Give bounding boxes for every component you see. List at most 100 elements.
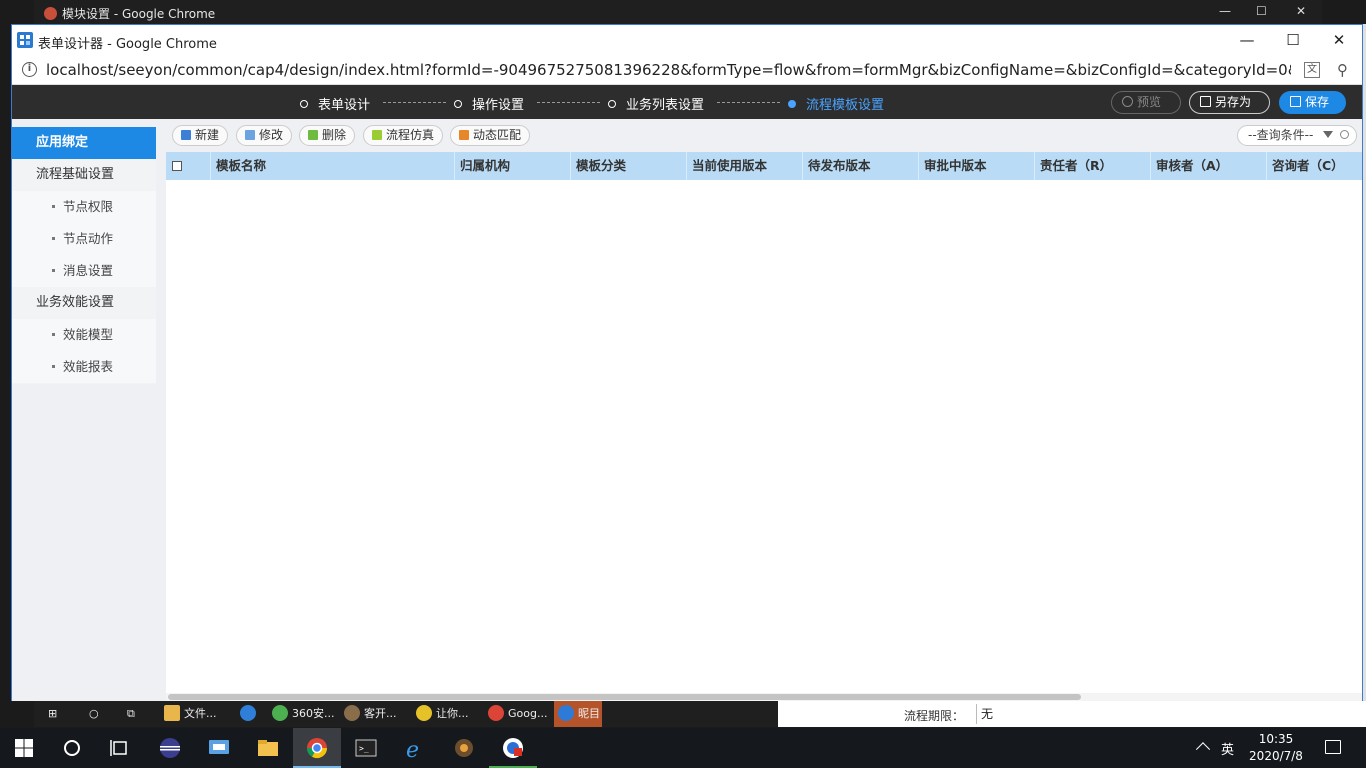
table-header: 模板名称 归属机构 模板分类 当前使用版本 待发布版本 审批中版本 责任者（R）…: [166, 152, 1362, 180]
query-condition-select[interactable]: --查询条件--: [1237, 125, 1357, 146]
url-text[interactable]: localhost/seeyon/common/cap4/design/inde…: [46, 61, 1291, 79]
app-icon: [416, 705, 432, 721]
taskbar-eclipse[interactable]: [146, 728, 194, 768]
window-titlebar: 表单设计器 - Google Chrome — ☐ ✕: [12, 25, 1362, 56]
inner-task-rangni[interactable]: 让你...: [416, 701, 469, 727]
preview-icon: [1122, 96, 1133, 107]
task-view-button[interactable]: [96, 728, 144, 768]
inner-task-chrome[interactable]: Goog...: [488, 701, 547, 727]
design-step-bar: 表单设计 操作设置 业务列表设置 流程模板设置 预览 另存为 保存: [12, 85, 1362, 119]
bg-close-icon[interactable]: ✕: [1296, 4, 1306, 18]
bg-maximize-icon[interactable]: ☐: [1256, 4, 1267, 18]
sidebar-item-node-action[interactable]: 节点动作: [12, 223, 156, 255]
site-info-icon[interactable]: i: [22, 62, 37, 77]
maximize-button[interactable]: ☐: [1270, 25, 1316, 56]
minimize-button[interactable]: —: [1224, 25, 1270, 56]
folder-icon: [258, 740, 278, 756]
inner-task-explorer[interactable]: 文件...: [164, 701, 217, 727]
column-organization[interactable]: 归属机构: [454, 152, 570, 180]
sidebar-group-business-efficiency[interactable]: 业务效能设置: [12, 287, 156, 319]
chrome-icon: [488, 705, 504, 721]
preview-button[interactable]: 预览: [1111, 91, 1181, 114]
sidebar-item-efficiency-report[interactable]: 效能报表: [12, 351, 156, 383]
delete-button[interactable]: 删除: [299, 125, 356, 146]
step-dot-icon: [608, 100, 616, 108]
column-consultant[interactable]: 咨询者（C）: [1266, 152, 1362, 180]
notification-center-icon[interactable]: [1325, 740, 1341, 754]
svg-text:>_: >_: [359, 744, 369, 753]
terminal-icon: >_: [355, 739, 377, 757]
cortana-button[interactable]: [48, 728, 96, 768]
step-dot-active-icon: [788, 100, 796, 108]
windows-taskbar: >_ e 英 10:35 2020/7/8: [0, 728, 1366, 768]
column-current-version[interactable]: 当前使用版本: [686, 152, 802, 180]
taskbar-tool[interactable]: [440, 728, 488, 768]
column-responsible[interactable]: 责任者（R）: [1034, 152, 1150, 180]
background-favicon-icon: [44, 7, 57, 20]
taskbar-terminal[interactable]: >_: [342, 728, 390, 768]
tray-clock[interactable]: 10:35 2020/7/8: [1244, 731, 1308, 765]
sidebar-item-node-permission[interactable]: 节点权限: [12, 191, 156, 223]
close-button[interactable]: ✕: [1316, 25, 1362, 56]
save-as-button[interactable]: 另存为: [1189, 91, 1270, 114]
clock-time: 10:35: [1258, 732, 1294, 746]
ime-indicator[interactable]: 英: [1221, 739, 1234, 758]
inner-task-ie-icon[interactable]: [240, 701, 260, 727]
bullet-icon: [52, 205, 55, 208]
address-bar[interactable]: i localhost/seeyon/common/cap4/design/in…: [12, 56, 1362, 85]
new-button[interactable]: 新建: [172, 125, 229, 146]
taskbar-file-explorer[interactable]: [244, 728, 292, 768]
bg-minimize-icon[interactable]: —: [1219, 4, 1231, 18]
toolbar: 新建 修改 删除 流程仿真 动态匹配 --查询条件--: [166, 119, 1362, 152]
select-all-checkbox[interactable]: [172, 161, 182, 171]
search-icon[interactable]: [1340, 130, 1349, 139]
dynamic-match-icon: [459, 130, 469, 140]
translate-icon[interactable]: 文: [1304, 62, 1320, 78]
column-template-category[interactable]: 模板分类: [570, 152, 686, 180]
clock-date: 2020/7/8: [1249, 749, 1303, 763]
flow-limit-value[interactable]: 无: [976, 704, 1176, 724]
taskbar-remote-desktop[interactable]: [195, 728, 243, 768]
select-all-checkbox-cell[interactable]: [166, 152, 210, 180]
step-business-list-settings[interactable]: 业务列表设置: [608, 94, 704, 113]
taskbar-chrome[interactable]: [293, 728, 341, 768]
step-separator: [383, 102, 446, 103]
taskbar-ie[interactable]: e: [391, 728, 439, 768]
start-button[interactable]: [0, 728, 48, 768]
inner-search-icon[interactable]: ○: [89, 701, 99, 727]
step-dot-icon: [300, 100, 308, 108]
dynamic-match-button[interactable]: 动态匹配: [450, 125, 531, 146]
save-as-icon: [1200, 96, 1211, 107]
column-reviewer[interactable]: 审核者（A）: [1150, 152, 1266, 180]
inner-task-recorder[interactable]: 昵目: [554, 701, 602, 727]
scrollbar-thumb[interactable]: [168, 694, 1081, 700]
horizontal-scrollbar[interactable]: [166, 693, 1362, 701]
360-icon: [272, 705, 288, 721]
zoom-icon[interactable]: ⚲: [1337, 61, 1348, 79]
bullet-icon: [52, 333, 55, 336]
inner-task-kekai[interactable]: 客开...: [344, 701, 397, 727]
column-template-name[interactable]: 模板名称: [210, 152, 454, 180]
sidebar-item-app-binding[interactable]: 应用绑定: [12, 127, 156, 159]
step-operation-settings[interactable]: 操作设置: [454, 94, 524, 113]
step-form-design[interactable]: 表单设计: [300, 94, 370, 113]
sidebar-group-flow-basic[interactable]: 流程基础设置: [12, 159, 156, 191]
flow-simulate-button[interactable]: 流程仿真: [363, 125, 444, 146]
inner-task-360[interactable]: 360安...: [272, 701, 335, 727]
simulate-icon: [372, 130, 382, 140]
sidebar-item-efficiency-model[interactable]: 效能模型: [12, 319, 156, 351]
inner-taskview-icon[interactable]: ⧉: [127, 701, 135, 727]
step-flow-template-settings[interactable]: 流程模板设置: [788, 94, 884, 113]
column-pending-version[interactable]: 待发布版本: [802, 152, 918, 180]
sidebar-item-message-settings[interactable]: 消息设置: [12, 255, 156, 287]
inner-start-icon[interactable]: ⊞: [48, 701, 57, 727]
background-window-titlebar: 模块设置 - Google Chrome — ☐ ✕: [34, 0, 1322, 24]
save-button[interactable]: 保存: [1279, 91, 1346, 114]
sidebar-empty-space: [12, 384, 156, 701]
edit-button[interactable]: 修改: [236, 125, 293, 146]
column-approving-version[interactable]: 审批中版本: [918, 152, 1034, 180]
background-page-form: 流程期限： 无: [778, 701, 1366, 727]
taskbar-recorder[interactable]: [489, 728, 537, 768]
background-window-title: 模块设置 - Google Chrome: [62, 7, 216, 21]
tray-chevron-up-icon[interactable]: [1195, 742, 1211, 757]
